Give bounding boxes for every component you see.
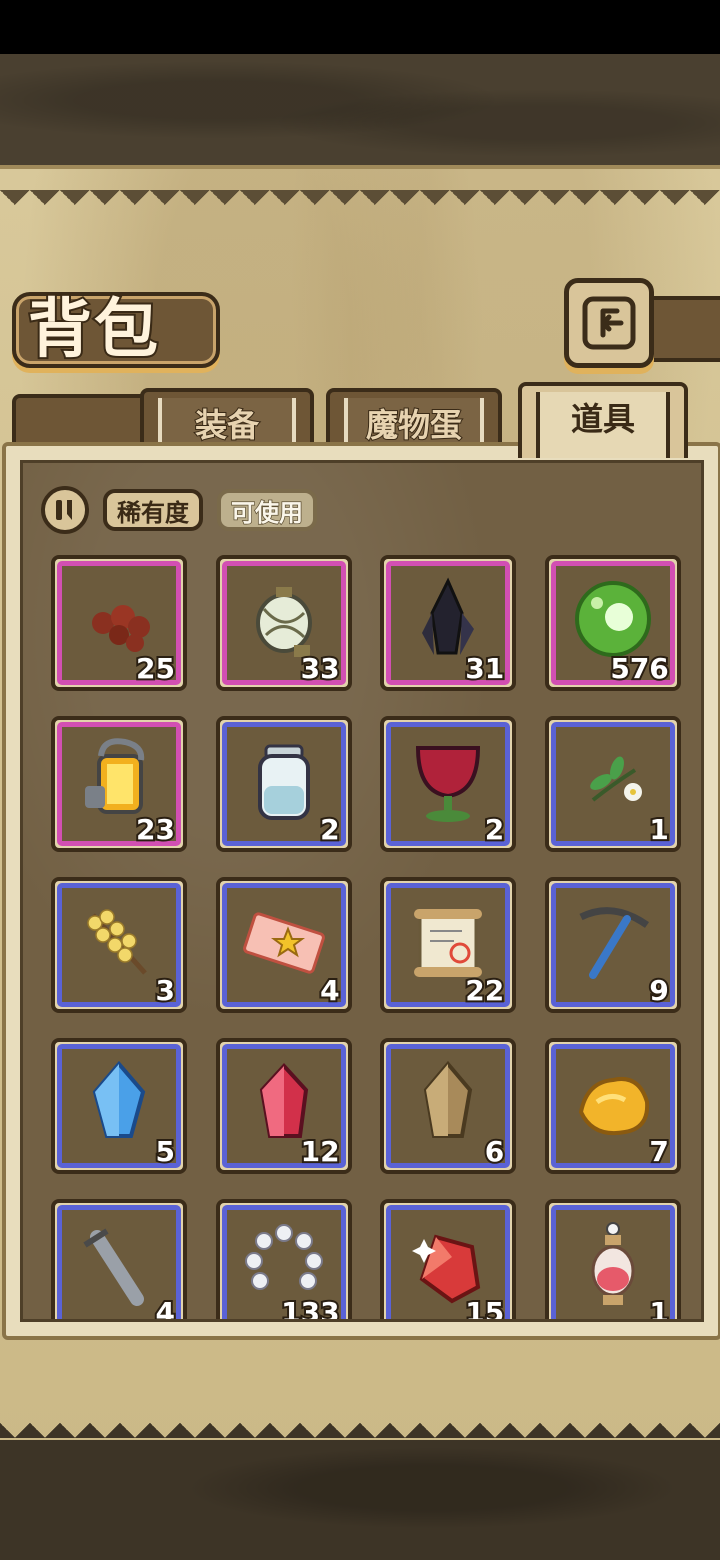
item-slot[interactable]: 3: [51, 877, 187, 1013]
broken-sword-icon: [83, 1228, 144, 1306]
return-arrow-icon: [582, 296, 636, 350]
tab-monster-eggs[interactable]: 魔物蛋: [326, 388, 502, 448]
back-button[interactable]: [564, 278, 654, 368]
usable-filter-button[interactable]: 可使用: [217, 489, 317, 531]
tab-equipment[interactable]: 装备: [140, 388, 314, 448]
blue-crystal-icon: [92, 1060, 146, 1138]
item-count: 576: [608, 650, 670, 687]
yellow-flower-branch-icon: [87, 909, 147, 975]
map-background-top: [0, 54, 720, 169]
rarity-filter-button[interactable]: 稀有度: [103, 489, 203, 531]
tab-items-label: 道具: [570, 400, 635, 438]
perfume-bottle-icon: [591, 1222, 635, 1305]
item-slot[interactable]: 1: [544, 716, 681, 852]
zigzag-edge-bottom: [0, 1408, 720, 1438]
gold-ore-icon: [578, 1077, 649, 1135]
item-slot[interactable]: 22: [380, 877, 517, 1013]
water-jar-icon: [257, 744, 310, 820]
brown-crystal-icon: [424, 1060, 473, 1138]
item-count: 9: [647, 972, 671, 1009]
item-slot[interactable]: 133: [215, 1199, 352, 1322]
item-count: 4: [318, 972, 342, 1009]
page-title: 背包: [26, 290, 160, 369]
inventory-panel: 稀有度 可使用 25 33 31 576 23 2 2 1 3 4 22 9 5 12 6 7 4 133 15 1: [2, 442, 720, 1340]
item-slot[interactable]: 4: [51, 1199, 187, 1322]
tab-equipment-label: 装备: [194, 405, 260, 445]
item-slot[interactable]: 5: [51, 1038, 187, 1174]
inventory-scroll-area[interactable]: 稀有度 可使用 25 33 31 576 23 2 2 1 3 4 22 9 5 12 6 7 4 133 15 1: [20, 460, 704, 1322]
item-count: 3: [153, 972, 177, 1009]
status-bar: [0, 0, 720, 54]
item-slot[interactable]: 12: [215, 1038, 352, 1174]
item-slot[interactable]: 23: [51, 716, 187, 852]
item-slot[interactable]: 1: [544, 1199, 681, 1322]
item-count: 22: [463, 972, 506, 1009]
zigzag-edge-top: [0, 190, 720, 220]
tab-monster-eggs-label: 魔物蛋: [365, 405, 463, 445]
item-count: 25: [134, 650, 177, 687]
item-count: 2: [483, 811, 507, 848]
item-count: 6: [483, 1133, 507, 1170]
item-count: 33: [299, 650, 342, 687]
item-count: 31: [463, 650, 506, 687]
star-ticket-icon: [242, 912, 325, 974]
item-slot[interactable]: 4: [215, 877, 352, 1013]
item-slot[interactable]: 2: [380, 716, 517, 852]
tab-bar-left: [12, 394, 148, 448]
sort-order-button[interactable]: [41, 486, 89, 534]
map-background-bottom: [0, 1440, 720, 1560]
wine-cup-icon: [416, 746, 481, 822]
item-slot[interactable]: 31: [380, 555, 517, 691]
item-count: 4: [153, 1294, 177, 1322]
item-count: 12: [299, 1133, 342, 1170]
pause-icon: [56, 500, 72, 520]
item-count: 133: [279, 1294, 341, 1322]
item-slot[interactable]: 576: [544, 555, 681, 691]
item-count: 2: [318, 811, 342, 848]
item-slot[interactable]: 25: [51, 555, 187, 691]
pickaxe-icon: [579, 907, 649, 979]
item-count: 15: [463, 1294, 506, 1322]
filter-bar: 稀有度 可使用: [41, 485, 317, 535]
item-count: 7: [647, 1133, 671, 1170]
item-slot[interactable]: 15: [380, 1199, 517, 1322]
item-slot[interactable]: 2: [215, 716, 352, 852]
item-count: 1: [647, 811, 671, 848]
item-count: 5: [153, 1133, 177, 1170]
item-slot[interactable]: 7: [544, 1038, 681, 1174]
item-slot[interactable]: 33: [215, 555, 352, 691]
item-slot[interactable]: 6: [380, 1038, 517, 1174]
herb-sprig-icon: [589, 756, 642, 802]
item-slot[interactable]: 9: [544, 877, 681, 1013]
item-count: 1: [647, 1294, 671, 1322]
item-count: 23: [134, 811, 177, 848]
tab-items[interactable]: 道具: [518, 382, 688, 458]
